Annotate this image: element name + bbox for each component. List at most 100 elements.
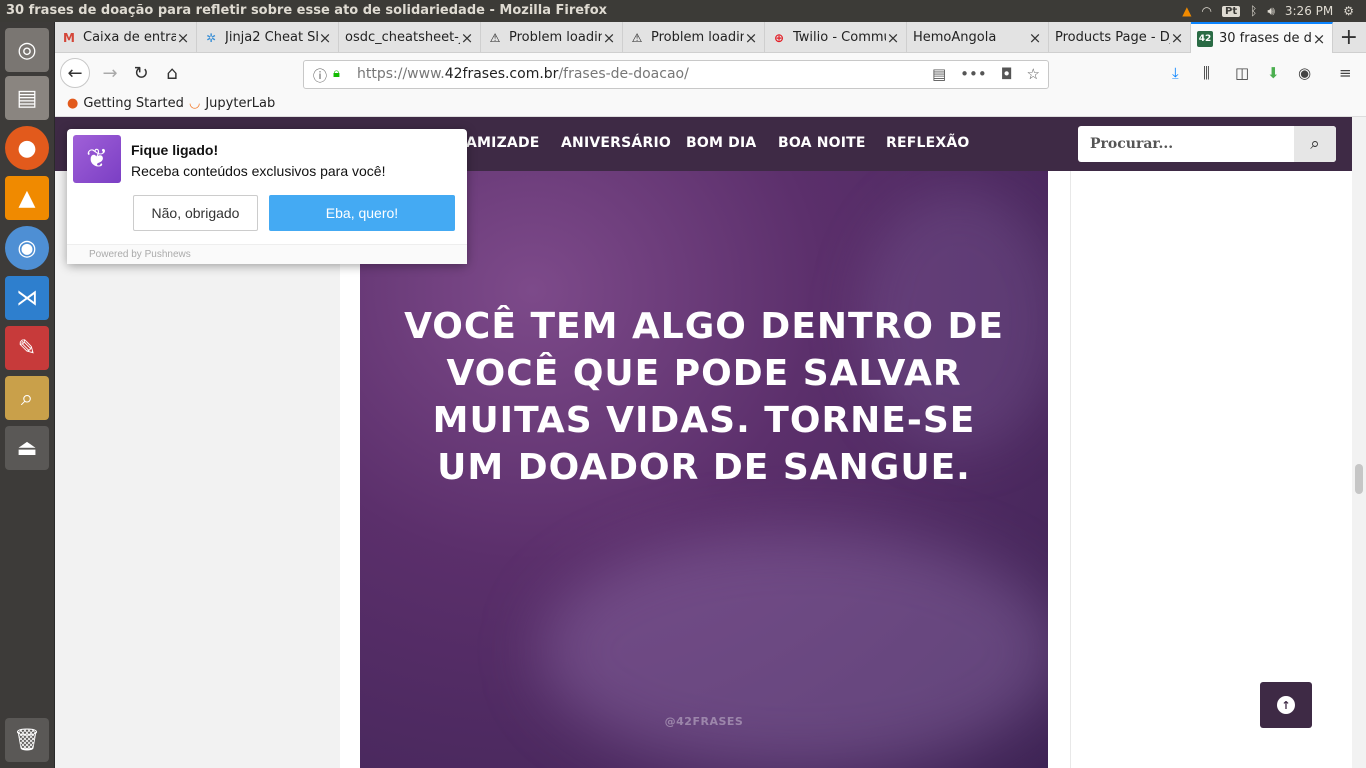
tab-label: Products Page - Django bbox=[1055, 30, 1170, 45]
close-icon[interactable]: × bbox=[460, 29, 474, 47]
nav-aniversario[interactable]: ANIVERSÁRIO bbox=[561, 135, 671, 151]
tab-hemoangola[interactable]: HemoAngola × bbox=[907, 22, 1049, 53]
back-to-top-button[interactable]: ↑ bbox=[1260, 682, 1312, 728]
bookmark-getting-started[interactable]: ● Getting Started bbox=[67, 96, 184, 111]
nav-boa-noite[interactable]: BOA NOITE bbox=[778, 135, 866, 151]
tab-label: osdc_cheatsheet-jinja2 bbox=[345, 30, 460, 45]
reload-icon[interactable]: ↻ bbox=[127, 59, 155, 87]
keyboard-layout-indicator[interactable]: Pt bbox=[1222, 5, 1241, 17]
tab-label: HemoAngola bbox=[913, 30, 997, 45]
clock[interactable]: 3:26 PM bbox=[1285, 4, 1333, 18]
popup-footer: Powered by Pushnews bbox=[67, 244, 467, 264]
bookmark-star-icon[interactable]: ☆ bbox=[1027, 65, 1040, 83]
search-icon[interactable]: ⌕ bbox=[1294, 126, 1336, 162]
navigation-toolbar: ← → ↻ ⌂ ⓘ 🔒︎ https://www.42frases.com.br… bbox=[55, 53, 1366, 93]
firefox-icon[interactable]: ● bbox=[5, 126, 49, 170]
tab-42frases[interactable]: 42 30 frases de doação × bbox=[1191, 22, 1333, 53]
page-actions-icon[interactable]: ••• bbox=[960, 65, 987, 83]
site-search: Procurar... ⌕ bbox=[1078, 126, 1336, 162]
tab-label: Caixa de entrada bbox=[83, 30, 176, 45]
nav-reflexao[interactable]: REFLEXÃO bbox=[886, 135, 970, 151]
tab-products[interactable]: Products Page - Django × bbox=[1049, 22, 1191, 53]
bookmark-label: JupyterLab bbox=[205, 96, 276, 111]
image-watermark: @42FRASES bbox=[664, 715, 744, 728]
tab-bar: M Caixa de entrada × ✲ Jinja2 Cheat Shee… bbox=[55, 22, 1366, 53]
chromium-icon[interactable]: ◉ bbox=[5, 226, 49, 270]
nav-amizade[interactable]: AMIZADE bbox=[466, 135, 540, 151]
tab-label: Problem loading page bbox=[509, 30, 602, 45]
close-icon[interactable]: × bbox=[744, 29, 758, 47]
window-title: 30 frases de doação para refletir sobre … bbox=[6, 3, 608, 18]
tab-problem-2[interactable]: ⚠ Problem loading page × bbox=[623, 22, 765, 53]
tab-osdc[interactable]: osdc_cheatsheet-jinja2 × bbox=[339, 22, 481, 53]
popup-message: Receba conteúdos exclusivos para você! bbox=[131, 163, 386, 179]
bookmark-label: Getting Started bbox=[83, 96, 184, 111]
back-arrow-icon[interactable]: ← bbox=[60, 58, 90, 88]
lock-icon: 🔒︎ bbox=[333, 66, 340, 81]
close-icon[interactable]: × bbox=[602, 29, 616, 47]
vlc-icon[interactable]: ▲ bbox=[5, 176, 49, 220]
library-icon[interactable]: ⫼ bbox=[1203, 64, 1210, 82]
popup-title: Fique ligado! bbox=[131, 142, 219, 158]
home-icon[interactable]: ⌂ bbox=[158, 59, 186, 87]
downloader-extension-icon[interactable]: ⬇ bbox=[1267, 64, 1280, 82]
power-gear-icon[interactable]: ⚙ bbox=[1343, 4, 1354, 18]
vscode-icon[interactable]: ⋊ bbox=[5, 276, 49, 320]
vlc-tray-icon[interactable]: ▲ bbox=[1182, 4, 1191, 18]
warning-icon: ⚠ bbox=[631, 30, 643, 45]
nav-bom-dia[interactable]: BOM DIA bbox=[686, 135, 756, 151]
scrollbar-thumb[interactable] bbox=[1355, 464, 1363, 494]
trash-icon[interactable]: 🗑︎ bbox=[5, 718, 49, 762]
download-icon[interactable]: ⤓ bbox=[1172, 64, 1179, 82]
volume-icon[interactable]: 🔊︎ bbox=[1267, 4, 1275, 19]
sidebar-icon[interactable]: ◫ bbox=[1235, 64, 1249, 82]
tab-label: Twilio - Communication bbox=[793, 30, 886, 45]
tab-label: Jinja2 Cheat Sheet bbox=[225, 30, 318, 45]
arrow-up-icon: ↑ bbox=[1277, 696, 1295, 714]
bookmarks-toolbar: ● Getting Started ◡ JupyterLab bbox=[55, 93, 1366, 117]
feather-icon: ❦ bbox=[73, 135, 121, 183]
tab-jinja2[interactable]: ✲ Jinja2 Cheat Sheet × bbox=[197, 22, 339, 53]
close-icon[interactable]: × bbox=[1028, 29, 1042, 47]
firefox-icon: ● bbox=[67, 96, 79, 111]
gmail-icon: M bbox=[63, 30, 75, 45]
url-bar[interactable]: ⓘ 🔒︎ https://www.42frases.com.br/frases-… bbox=[303, 60, 1049, 89]
document-viewer-icon[interactable]: ✎ bbox=[5, 326, 49, 370]
twilio-icon: ⊕ bbox=[773, 30, 785, 45]
jupyter-icon: ◡ bbox=[189, 96, 201, 111]
launcher: ◎ ▤ ● ▲ ◉ ⋊ ✎ ⌕ ⏏ 🗑︎ bbox=[0, 22, 55, 768]
decline-button[interactable]: Não, obrigado bbox=[133, 195, 258, 231]
tab-gmail[interactable]: M Caixa de entrada × bbox=[55, 22, 197, 53]
search-input[interactable]: Procurar... bbox=[1090, 136, 1173, 152]
image-viewer-icon[interactable]: ⌕ bbox=[5, 376, 49, 420]
forward-arrow-icon[interactable]: → bbox=[96, 59, 124, 87]
close-icon[interactable]: × bbox=[1312, 30, 1326, 48]
warning-icon: ⚠ bbox=[489, 30, 501, 45]
close-icon[interactable]: × bbox=[318, 29, 332, 47]
quote-text: Você tem algo dentro de você que pode sa… bbox=[404, 306, 1004, 488]
close-icon[interactable]: × bbox=[1170, 29, 1184, 47]
info-icon[interactable]: ⓘ bbox=[313, 66, 327, 86]
bluetooth-icon[interactable]: ᛒ bbox=[1250, 4, 1257, 18]
ubuntu-icon[interactable]: ◎ bbox=[5, 28, 49, 72]
tab-problem-1[interactable]: ⚠ Problem loading page × bbox=[481, 22, 623, 53]
close-icon[interactable]: × bbox=[886, 29, 900, 47]
url-text: https://www.42frases.com.br/frases-de-do… bbox=[357, 66, 689, 82]
bookmark-jupyterlab[interactable]: ◡ JupyterLab bbox=[189, 96, 275, 111]
pocket-icon[interactable]: ◘ bbox=[1001, 65, 1013, 83]
accept-button[interactable]: Eba, quero! bbox=[269, 195, 455, 231]
close-icon[interactable]: × bbox=[176, 29, 190, 47]
usb-drive-icon[interactable]: ⏏ bbox=[5, 426, 49, 470]
system-tray: ▲ ◠ Pt ᛒ 🔊︎ 3:26 PM ⚙ bbox=[1182, 0, 1366, 22]
reader-view-icon[interactable]: ▤ bbox=[932, 65, 946, 83]
scrollbar[interactable] bbox=[1352, 117, 1366, 768]
files-icon[interactable]: ▤ bbox=[5, 76, 49, 120]
new-tab-icon[interactable]: + bbox=[1340, 25, 1358, 50]
tab-label: 30 frases de doação bbox=[1219, 31, 1312, 46]
extension-icon[interactable]: ◉ bbox=[1298, 64, 1311, 82]
menu-icon[interactable]: ≡ bbox=[1339, 64, 1352, 82]
system-top-bar: 30 frases de doação para refletir sobre … bbox=[0, 0, 1366, 22]
tab-twilio[interactable]: ⊕ Twilio - Communication × bbox=[765, 22, 907, 53]
tab-label: Problem loading page bbox=[651, 30, 744, 45]
wifi-icon[interactable]: ◠ bbox=[1202, 4, 1212, 18]
